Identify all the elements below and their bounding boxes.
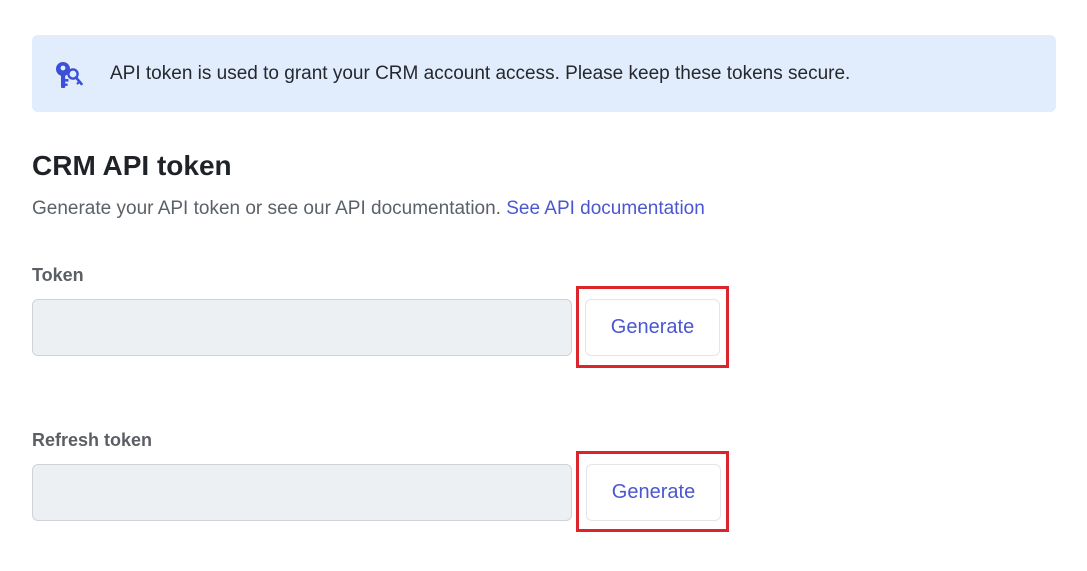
generate-refresh-token-button[interactable]: Generate	[586, 464, 721, 521]
refresh-token-label: Refresh token	[32, 430, 153, 450]
token-input[interactable]	[32, 299, 572, 356]
api-documentation-link[interactable]: See API documentation	[506, 198, 705, 219]
refresh-token-input[interactable]	[32, 464, 572, 521]
page-title: CRM API token	[32, 150, 232, 181]
generate-token-button[interactable]: Generate	[585, 299, 720, 356]
key-icon	[50, 57, 86, 93]
banner-message: API token is used to grant your CRM acco…	[110, 63, 851, 84]
page-subtitle: Generate your API token or see our API d…	[32, 198, 705, 220]
info-banner: API token is used to grant your CRM acco…	[32, 35, 1056, 112]
token-label: Token	[32, 265, 84, 285]
subtitle-text: Generate your API token or see our API d…	[32, 198, 501, 219]
